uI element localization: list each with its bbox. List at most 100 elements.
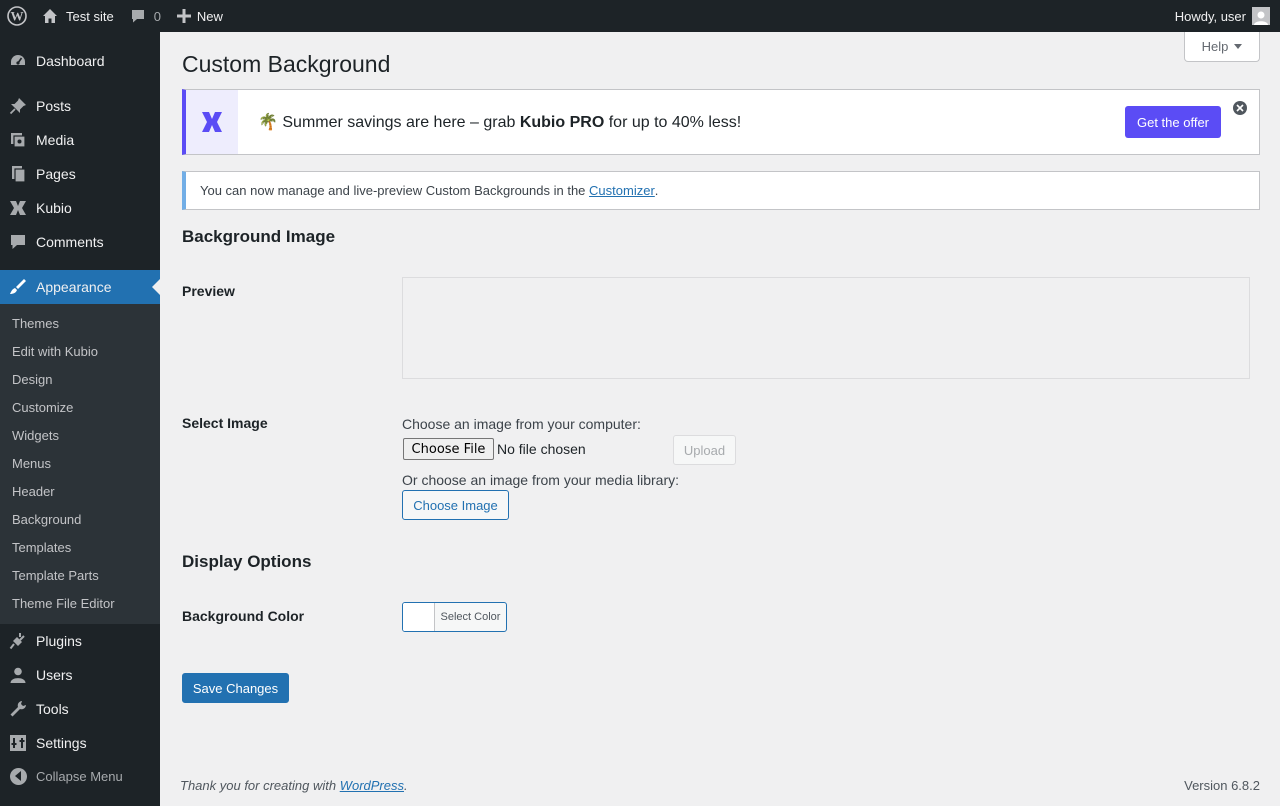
new-label: New [196,8,223,24]
select-color-button[interactable]: Select Color [402,602,507,632]
howdy-text: Howdy, user [1174,8,1246,24]
notice-text: You can now manage and live-preview Cust… [200,183,586,198]
submenu-design[interactable]: Design [12,372,52,387]
kubio-icon [0,199,36,217]
upload-button[interactable]: Upload [673,435,736,465]
select-image-label: Select Image [182,415,268,431]
sidebar-item-kubio[interactable]: Kubio [0,191,160,225]
footer-version: Version 6.8.2 [1184,778,1260,793]
sidebar-item-label: Users [36,667,73,683]
background-image-heading: Background Image [182,227,336,246]
sidebar-item-label: Dashboard [36,53,105,69]
submenu-customize[interactable]: Customize [12,400,73,415]
sidebar-item-tools[interactable]: Tools [0,692,160,726]
user-icon [0,666,36,684]
sidebar-item-label: Media [36,132,75,148]
pages-icon [0,165,36,183]
current-indicator [152,279,160,295]
customizer-notice: You can now manage and live-preview Cust… [182,171,1260,210]
promo-brand: Kubio PRO [519,114,605,131]
caret-down-icon [1234,44,1243,49]
palm-tree-icon: 🌴 [258,114,278,131]
submenu-themes[interactable]: Themes [12,316,59,331]
file-status: No file chosen [497,441,586,457]
background-color-label: Background Color [182,608,305,624]
avatar [1252,7,1270,25]
background-preview [402,277,1250,379]
sidebar-item-label: Appearance [36,279,112,295]
main-content: Help Custom Background 🌴 Summer savings … [160,32,1280,806]
choose-library-label: Or choose an image from your media libra… [402,472,679,488]
sidebar-item-label: Settings [36,735,87,751]
brush-icon [0,278,36,296]
customizer-link[interactable]: Customizer [589,183,655,198]
plus-icon [176,9,191,23]
site-name-link[interactable]: Test site [34,0,122,32]
sidebar-item-label: Plugins [36,633,82,649]
sidebar-item-posts[interactable]: Posts [0,89,160,123]
sidebar-item-label: Posts [36,98,72,114]
display-options-heading: Display Options [182,552,312,571]
kubio-promo-banner: 🌴 Summer savings are here – grab Kubio P… [182,89,1260,155]
sidebar-item-media[interactable]: Media [0,123,160,157]
collapse-menu-button[interactable]: Collapse Menu [0,764,160,788]
pin-icon [0,97,36,115]
footer-thanks-text: Thank you for creating with [180,778,337,793]
collapse-label: Collapse Menu [36,768,123,784]
kubio-logo-icon [186,90,238,154]
submenu-edit-with-kubio[interactable]: Edit with Kubio [12,344,98,359]
page-title: Custom Background [182,51,391,77]
plug-icon [0,632,36,650]
submenu-background[interactable]: Background [12,512,81,527]
help-button[interactable]: Help [1184,32,1260,62]
help-label: Help [1201,39,1229,54]
collapse-icon [0,767,36,785]
site-name: Test site [66,8,114,24]
save-changes-button[interactable]: Save Changes [182,673,289,703]
comment-icon [0,233,36,251]
new-content-link[interactable]: New [169,0,231,32]
submenu-template-parts[interactable]: Template Parts [12,568,99,583]
wordpress-link[interactable]: WordPress [340,778,404,793]
sidebar-item-plugins[interactable]: Plugins [0,624,160,658]
footer-period: . [404,778,408,793]
sidebar-item-label: Kubio [36,200,72,216]
comments-count: 0 [153,8,161,24]
choose-image-button[interactable]: Choose Image [402,490,509,520]
promo-text-after: for up to 40% less! [608,114,742,131]
dashboard-icon [0,52,36,70]
comment-icon [130,8,146,24]
submenu-theme-file-editor[interactable]: Theme File Editor [12,596,115,611]
comments-link[interactable]: 0 [122,0,169,32]
submenu-header[interactable]: Header [12,484,55,499]
svg-text:W: W [11,9,24,24]
promo-message: 🌴 Summer savings are here – grab Kubio P… [258,112,741,132]
choose-file-button[interactable]: Choose File [403,438,494,460]
color-swatch [403,603,435,631]
sidebar-item-dashboard[interactable]: Dashboard [0,44,160,78]
account-menu[interactable]: Howdy, user [1167,0,1280,32]
sidebar-item-comments[interactable]: Comments [0,225,160,259]
settings-icon [0,734,36,752]
sidebar-item-pages[interactable]: Pages [0,157,160,191]
sidebar-item-label: Pages [36,166,76,182]
appearance-submenu: Themes Edit with Kubio Design Customize … [0,304,160,624]
submenu-widgets[interactable]: Widgets [12,428,59,443]
submenu-menus[interactable]: Menus [12,456,51,471]
submenu-templates[interactable]: Templates [12,540,71,555]
choose-computer-label: Choose an image from your computer: [402,416,641,432]
sidebar-item-users[interactable]: Users [0,658,160,692]
get-offer-button[interactable]: Get the offer [1125,106,1221,138]
sidebar-item-settings[interactable]: Settings [0,726,160,760]
notice-period: . [654,183,659,198]
dismiss-icon[interactable] [1233,101,1247,115]
media-icon [0,131,36,149]
preview-label: Preview [182,283,235,299]
wordpress-logo-icon[interactable]: W [0,0,34,32]
admin-sidebar: Themes Edit with Kubio Design Customize … [0,32,160,806]
sidebar-item-appearance[interactable]: Appearance [0,270,160,304]
select-color-label: Select Color [440,611,501,623]
promo-text-before: Summer savings are here – grab [282,114,516,131]
home-icon [42,8,58,24]
admin-bar: W Test site 0 New Howdy, user [0,0,1280,32]
